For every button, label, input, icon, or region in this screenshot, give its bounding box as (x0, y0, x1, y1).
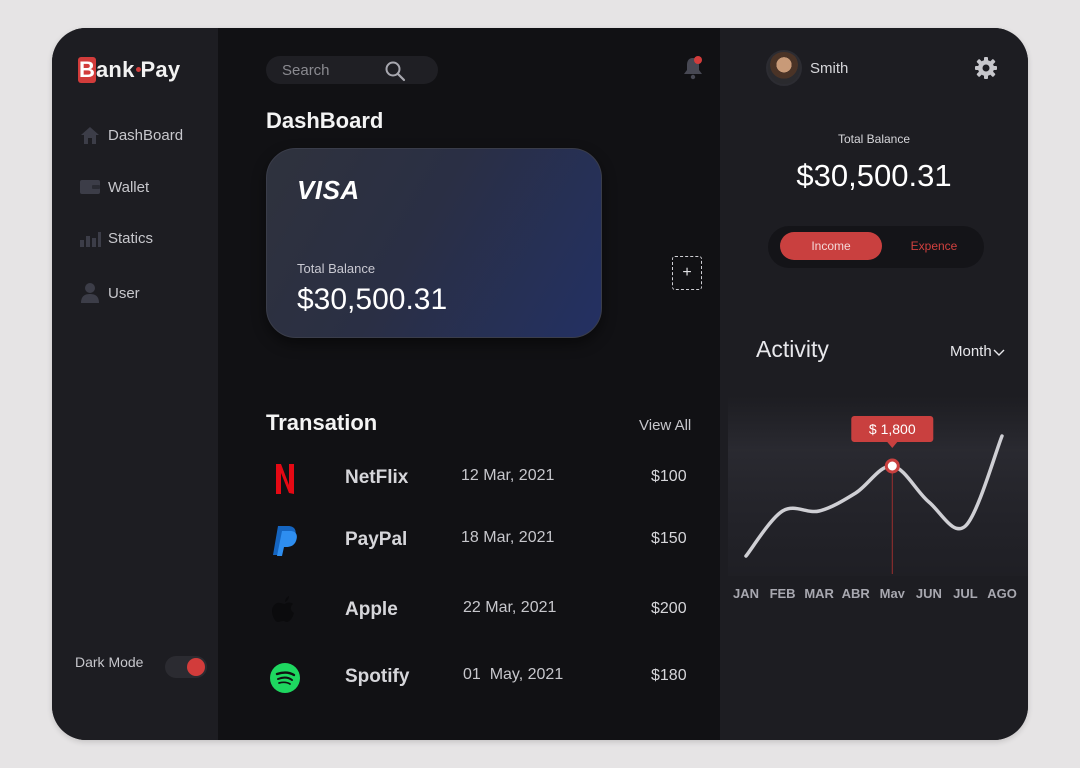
total-balance-value: $30,500.31 (796, 158, 952, 193)
gear-icon[interactable] (974, 56, 998, 85)
transaction-name: NetFlix (345, 467, 409, 488)
activity-title: Activity (756, 336, 829, 362)
sidebar-item-statics[interactable]: Statics (78, 226, 153, 250)
income-expence-switch: Income Expence (768, 226, 984, 268)
transactions-title: Transation (266, 410, 378, 435)
x-tick-label: MAR (804, 586, 834, 598)
activity-chart: $ 1,800 JAN FEB MAR ABR May JUN JUL AGO (720, 368, 1028, 598)
total-balance-label: Total Balance (837, 132, 911, 146)
transaction-name: Spotify (345, 666, 410, 687)
spotify-logo-icon (266, 659, 304, 697)
tab-income[interactable]: Income (780, 232, 882, 260)
main-content: DashBoard VISA Total Balance $30,500.31 … (218, 28, 720, 740)
transaction-row[interactable]: Apple 22 Mar, 2021 $200 (266, 588, 706, 632)
dark-mode-label: Dark Mode (75, 654, 144, 670)
netflix-logo-icon (266, 460, 304, 498)
user-icon (78, 281, 102, 305)
sidebar-item-label: DashBoard (108, 126, 184, 144)
period-dropdown[interactable]: Month (950, 343, 1006, 360)
view-all-link[interactable]: View All (639, 417, 691, 434)
sidebar-item-user[interactable]: User (78, 281, 140, 305)
notification-bell[interactable] (682, 56, 704, 85)
bank-card[interactable]: VISA Total Balance $30,500.31 (266, 148, 602, 338)
x-tick-label: JUL (953, 586, 978, 598)
transaction-amount: $180 (651, 667, 687, 684)
highlight-point[interactable] (884, 458, 900, 474)
x-tick-label: AGO (987, 586, 1017, 598)
transaction-name: Apple (345, 599, 398, 620)
activity-chart-svg: $ 1,800 JAN FEB MAR ABR May JUN JUL AGO (728, 396, 1028, 598)
logo-text-rest: ank (96, 57, 135, 82)
period-label: Month (950, 343, 992, 360)
highlight-label: $ 1,800 (869, 421, 916, 437)
x-tick-label: May (880, 586, 906, 598)
transaction-amount: $200 (651, 600, 687, 617)
brand-logo: B ank Pay (78, 56, 180, 84)
search-bar (266, 56, 438, 84)
card-balance-value: $30,500.31 (297, 283, 448, 316)
transaction-name: PayPal (345, 529, 408, 550)
transaction-row[interactable]: PayPal 18 Mar, 2021 $150 (266, 518, 706, 562)
home-icon (78, 123, 102, 147)
sidebar-item-wallet[interactable]: Wallet (78, 175, 149, 199)
card-balance-label: Total Balance (297, 261, 376, 276)
user-name: Smith (810, 60, 849, 77)
page-title: DashBoard (266, 108, 384, 133)
tab-expence[interactable]: Expence (888, 232, 980, 260)
x-tick-label: JAN (733, 586, 759, 598)
logo-text-suffix: Pay (140, 57, 181, 82)
transaction-amount: $100 (651, 468, 687, 485)
transaction-row[interactable]: Spotify 01 May, 2021 $180 (266, 655, 706, 699)
add-card-button[interactable]: + (672, 256, 702, 290)
transaction-date: 18 Mar, 2021 (461, 529, 555, 546)
apple-logo-icon (266, 592, 304, 630)
transaction-date: 22 Mar, 2021 (463, 599, 557, 616)
search-input[interactable] (282, 61, 382, 79)
chevron-down-icon (993, 349, 1005, 356)
transaction-date: 12 Mar, 2021 (461, 467, 555, 484)
right-panel: Smith Total Balance $30,500.31 Income Ex… (720, 28, 1028, 740)
sidebar-item-dashboard[interactable]: DashBoard (78, 123, 183, 147)
app-window: B ank Pay DashBoard Wallet Statics User … (52, 28, 1028, 740)
sidebar-item-label: User (108, 284, 140, 302)
x-tick-label: FEB (770, 586, 796, 598)
transaction-amount: $150 (651, 530, 687, 547)
visa-logo: VISA (297, 175, 360, 205)
logo-letter: B (78, 57, 96, 83)
dark-mode-toggle[interactable] (165, 656, 207, 678)
sidebar-item-label: Statics (108, 229, 154, 247)
wallet-icon (78, 175, 102, 199)
sidebar-item-label: Wallet (108, 178, 150, 196)
bell-icon (682, 58, 704, 84)
transaction-row[interactable]: NetFlix 12 Mar, 2021 $100 (266, 456, 706, 500)
search-icon[interactable] (384, 60, 406, 87)
sidebar: B ank Pay DashBoard Wallet Statics User … (52, 28, 218, 740)
toggle-knob (187, 658, 205, 676)
x-tick-label: ABR (842, 586, 871, 598)
transaction-date: 01 May, 2021 (463, 666, 564, 683)
notification-badge (694, 56, 702, 64)
x-tick-label: JUN (916, 586, 942, 598)
paypal-logo-icon (266, 522, 304, 560)
stats-icon (78, 226, 102, 250)
avatar[interactable] (766, 50, 802, 86)
